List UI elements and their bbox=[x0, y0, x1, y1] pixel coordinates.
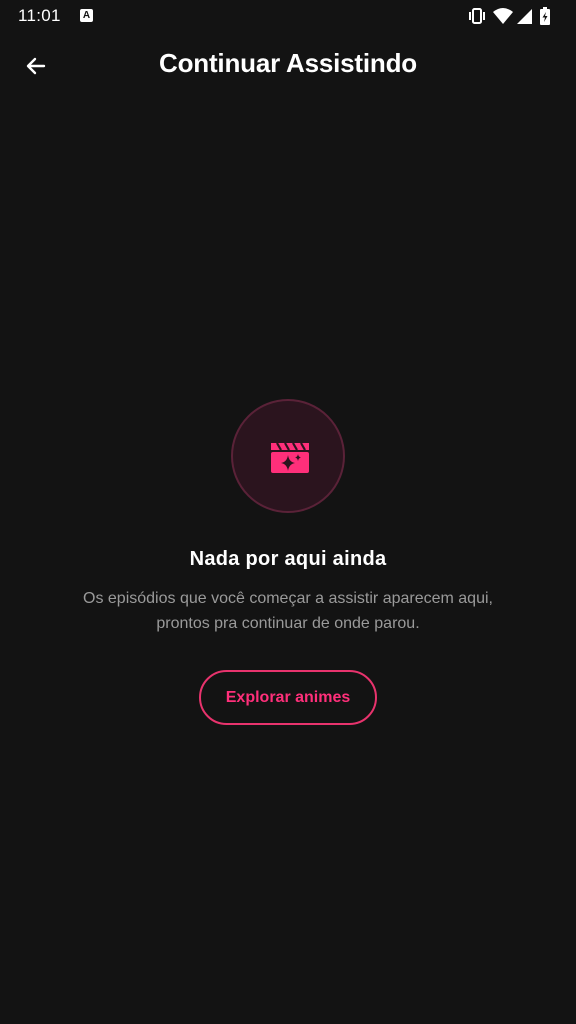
status-time: 11:01 bbox=[18, 6, 61, 25]
battery-charging-icon bbox=[540, 7, 550, 25]
empty-state-description: Os episódios que você começar a assistir… bbox=[83, 590, 493, 632]
status-bar: 11:01 A bbox=[0, 0, 576, 32]
explore-animes-button[interactable]: Explorar animes bbox=[199, 670, 377, 725]
app-bar: Continuar Assistindo bbox=[0, 36, 576, 96]
vibrate-icon bbox=[469, 8, 485, 24]
wifi-icon bbox=[493, 8, 513, 24]
notification-app-icon-letter: A bbox=[82, 10, 91, 21]
empty-state-icon-circle bbox=[231, 399, 345, 513]
status-icons bbox=[468, 6, 560, 26]
screen: 11:01 A Continuar Assistindo Nada por aq… bbox=[0, 0, 576, 1024]
empty-state: Nada por aqui ainda Os episódios que voc… bbox=[0, 399, 576, 725]
page-title: Continuar Assistindo bbox=[159, 48, 417, 78]
signal-icon bbox=[517, 9, 532, 24]
movie-clapper-sparkle-icon bbox=[271, 442, 309, 473]
empty-state-title: Nada por aqui ainda bbox=[189, 548, 387, 570]
notification-app-icon: A bbox=[80, 9, 93, 22]
